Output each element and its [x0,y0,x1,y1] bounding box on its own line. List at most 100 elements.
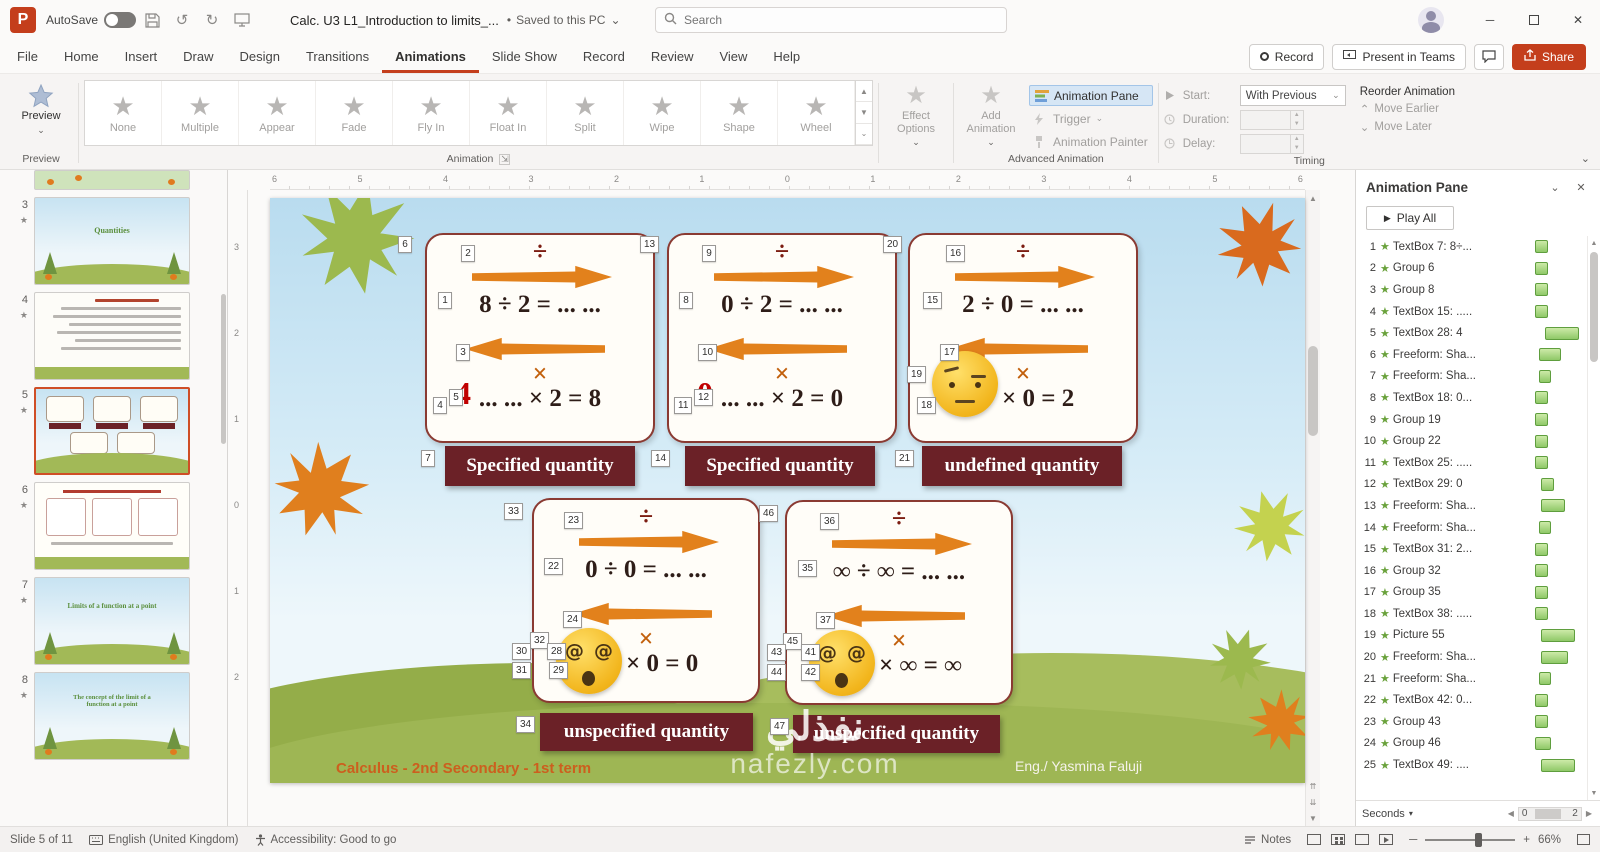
ribbon-tab[interactable]: Transitions [293,40,382,73]
reading-view-button[interactable] [1355,834,1370,845]
animation-style-option[interactable]: ★ Appear [239,81,316,145]
pane-close-icon[interactable]: ✕ [1572,181,1590,194]
scale-left-arrow[interactable]: ◀ [1506,809,1516,818]
animation-style-option[interactable]: ★ Multiple [162,81,239,145]
animation-sequence-tag[interactable]: 2 [461,245,475,262]
animation-pane-item[interactable]: 6 ★ Freeform: Sha... [1356,344,1587,366]
animation-sequence-tag[interactable]: 20 [883,236,903,253]
animation-sequence-tag[interactable]: 3 [456,344,470,361]
animation-style-option[interactable]: ★ None [85,81,162,145]
animation-sequence-tag[interactable]: 14 [651,450,671,467]
thumbnail-slide-3[interactable]: 3 ★ Quantities [8,197,221,285]
timing-bar[interactable] [1541,499,1565,513]
maximize-button[interactable] [1512,0,1556,40]
present-in-teams-button[interactable]: Present in Teams [1332,43,1466,70]
trigger-button[interactable]: Trigger ⌄ [1029,108,1153,129]
animation-style-option[interactable]: ★ Fly In [393,81,470,145]
animation-sequence-tag[interactable]: 22 [544,558,564,575]
normal-view-button[interactable] [1307,834,1322,845]
timing-bar[interactable] [1535,585,1548,599]
move-later-button[interactable]: ⌄ Move Later [1360,120,1455,134]
editor-scrollbar[interactable]: ▲ ⇈ ⇊ ▼ [1305,190,1320,826]
thumbnail-slide-4[interactable]: 4 ★ [8,292,221,380]
seconds-dropdown[interactable]: Seconds ▾ [1362,808,1413,820]
ribbon-tab[interactable]: Insert [112,40,171,73]
animation-sequence-tag[interactable]: 15 [923,292,943,309]
user-avatar[interactable] [1418,7,1444,33]
timing-bar[interactable] [1541,628,1575,642]
zoom-slider-thumb[interactable] [1474,832,1482,847]
scale-thumb[interactable] [1534,808,1561,819]
division-card-8-div-2[interactable]: ÷ 8 ÷ 2 = ... ... × 4 ... ... × 2 = 8 [425,233,655,443]
animation-pane-item[interactable]: 8 ★ TextBox 18: 0... [1356,387,1587,409]
search-box[interactable] [655,7,1007,33]
record-button[interactable]: Record [1248,43,1325,70]
timing-bar[interactable] [1539,369,1551,383]
animation-pane-item[interactable]: 14 ★ Freeform: Sha... [1356,517,1587,539]
animation-pane-item[interactable]: 16 ★ Group 32 [1356,560,1587,582]
dialog-launcher-icon[interactable]: ⇲ [499,153,511,165]
zoom-slider[interactable] [1425,832,1516,847]
animation-pane-item[interactable]: 20 ★ Freeform: Sha... [1356,646,1587,668]
timing-bar[interactable] [1535,607,1548,621]
animation-pane-item[interactable]: 1 ★ TextBox 7: 8÷... [1356,236,1587,258]
saved-status[interactable]: • Saved to this PC ⌄ [507,13,621,27]
animation-pane-item[interactable]: 23 ★ Group 43 [1356,711,1587,733]
play-all-button[interactable]: ▶ Play All [1366,206,1454,230]
ribbon-tab[interactable]: Draw [170,40,226,73]
pane-options-chevron-icon[interactable]: ⌄ [1546,181,1564,194]
animation-sequence-tag[interactable]: 1 [438,292,452,309]
slide-canvas[interactable]: نفذلي nafezly.com ÷ 8 ÷ 2 = ... ... × 4 … [270,198,1305,783]
ribbon-tab[interactable]: Home [51,40,112,73]
slide-footer-course[interactable]: Calculus - 2nd Secondary - 1st term [336,760,591,777]
autosave-toggle[interactable] [104,12,137,28]
animation-style-option[interactable]: ★ Split [547,81,624,145]
timing-bar[interactable] [1535,542,1548,556]
quantity-label[interactable]: Specified quantity [685,446,875,486]
save-icon[interactable] [138,6,166,34]
animation-sequence-tag[interactable]: 5 [449,389,463,406]
animation-sequence-tag[interactable]: 18 [917,397,937,414]
gallery-scroll-down[interactable]: ▼ [856,102,872,124]
timing-bar[interactable] [1535,391,1548,405]
share-button[interactable]: Share [1511,43,1586,70]
ribbon-tab[interactable]: File [4,40,51,73]
slide-sorter-view-button[interactable] [1331,834,1346,845]
animation-sequence-tag[interactable]: 24 [563,611,583,628]
animation-style-option[interactable]: ★ Wheel [778,81,855,145]
slideshow-button[interactable] [1379,834,1394,845]
timeline-zoom-scrollbar[interactable]: ◀ 0 2 ▶ [1506,806,1594,821]
present-screen-icon[interactable] [228,6,256,34]
collapse-ribbon-button[interactable]: ⌄ [1581,152,1590,165]
animation-pane-toggle[interactable]: Animation Pane [1029,85,1153,106]
notes-button[interactable]: Notes [1244,834,1291,846]
timing-bar[interactable] [1539,521,1551,535]
timing-bar[interactable] [1535,434,1548,448]
division-card-0-div-2[interactable]: ÷ 0 ÷ 2 = ... ... × 0 ... ... × 2 = 0 [667,233,897,443]
ribbon-tab[interactable]: Design [227,40,293,73]
animation-style-option[interactable]: ★ Wipe [624,81,701,145]
zoom-out-button[interactable]: ─ [1409,834,1417,846]
timing-bar[interactable] [1541,477,1554,491]
thumbnail-slide-6[interactable]: 6 ★ [8,482,221,570]
timing-bar[interactable] [1541,650,1568,664]
animation-pane-item[interactable]: 10 ★ Group 22 [1356,430,1587,452]
animation-sequence-tag[interactable]: 17 [940,344,960,361]
animation-pane-item[interactable]: 22 ★ TextBox 42: 0... [1356,689,1587,711]
animation-sequence-tag[interactable]: 42 [801,664,821,681]
animation-pane-item[interactable]: 24 ★ Group 46 [1356,733,1587,755]
timing-bar[interactable] [1535,305,1548,319]
minimize-button[interactable]: ─ [1468,0,1512,40]
timing-bar[interactable] [1535,564,1548,578]
start-dropdown[interactable]: With Previous ⌄ [1239,85,1346,106]
animation-pane-item[interactable]: 25 ★ TextBox 49: .... [1356,754,1587,776]
timing-bar[interactable] [1535,261,1548,275]
timing-bar[interactable] [1541,758,1575,772]
ribbon-tab[interactable]: Help [760,40,813,73]
animation-sequence-tag[interactable]: 16 [946,245,966,262]
animation-pane-item[interactable]: 19 ★ Picture 55 [1356,625,1587,647]
animation-sequence-tag[interactable]: 29 [549,662,569,679]
vertical-ruler[interactable]: 3 2 1 0 1 2 [230,190,248,826]
animation-pane-item[interactable]: 5 ★ TextBox 28: 4 [1356,322,1587,344]
division-card-2-div-0[interactable]: ÷ 2 ÷ 0 = ... ... × × 0 = 2 [908,233,1138,443]
